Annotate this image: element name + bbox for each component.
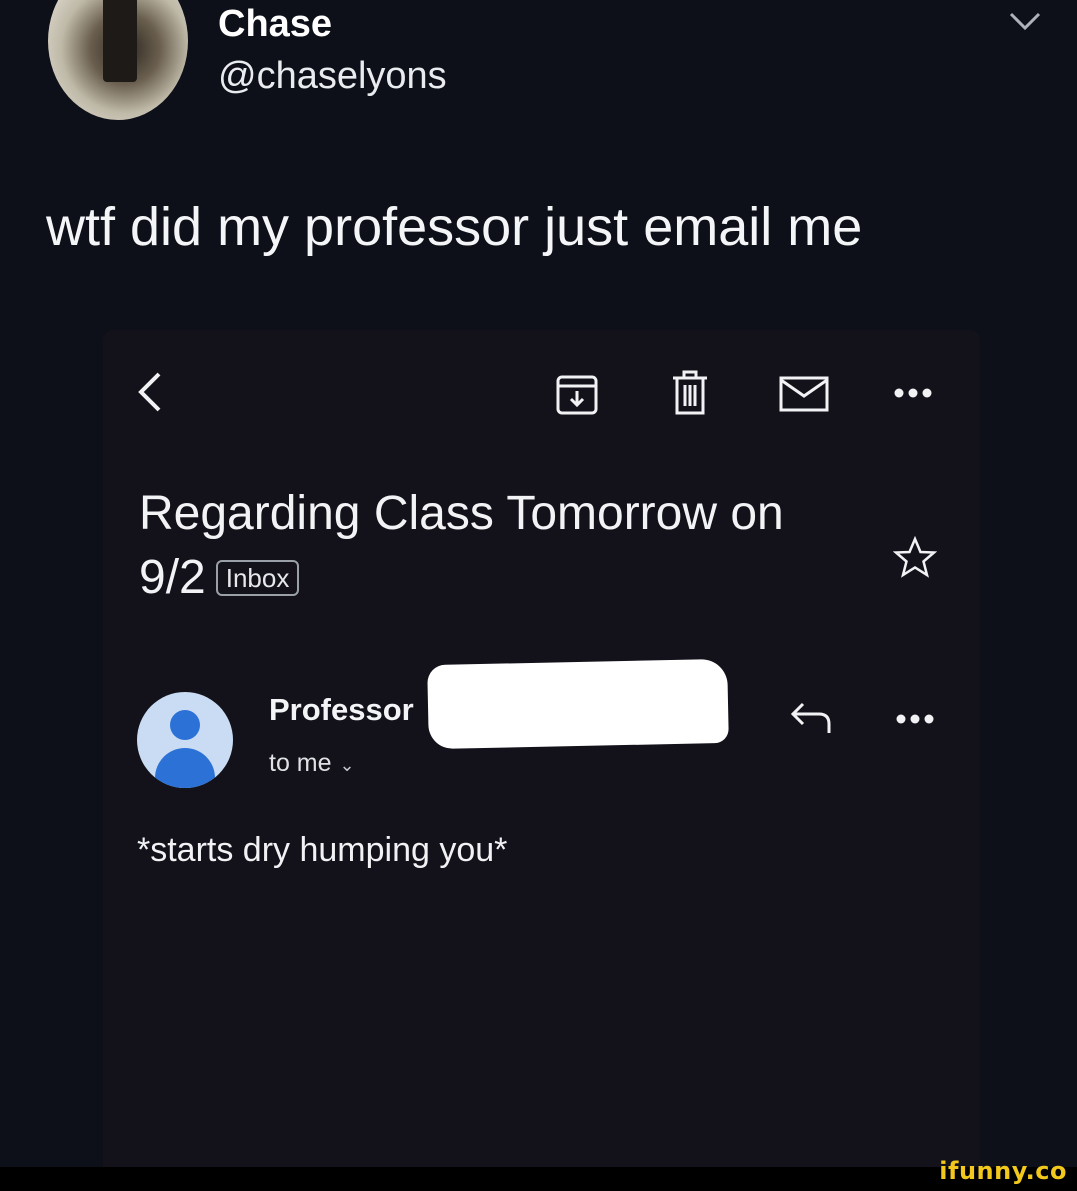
bottom-bar xyxy=(0,1167,1077,1191)
author-name[interactable]: Chase xyxy=(218,4,332,44)
sender-name[interactable]: Professor xyxy=(269,692,414,728)
redaction-mark xyxy=(427,658,729,750)
mail-icon[interactable] xyxy=(779,376,829,412)
more-options-icon[interactable] xyxy=(893,386,933,400)
star-icon[interactable] xyxy=(893,536,937,580)
tweet-text: wtf did my professor just email me xyxy=(46,197,863,257)
chevron-down-icon[interactable] xyxy=(1005,6,1045,36)
email-screenshot: Regarding Class Tomorrow on 9/2 Inbox Pro… xyxy=(103,330,980,1191)
author-handle[interactable]: @chaselyons xyxy=(218,56,447,96)
recipient-details-toggle[interactable]: to me ⌄ xyxy=(269,748,355,780)
archive-icon[interactable] xyxy=(555,374,599,416)
back-icon[interactable] xyxy=(133,368,167,416)
trash-icon[interactable] xyxy=(669,370,711,416)
author-avatar[interactable] xyxy=(48,0,188,120)
reply-icon[interactable] xyxy=(789,700,835,736)
ifunny-watermark: ifunny.co xyxy=(939,1157,1067,1185)
chevron-down-icon: ⌄ xyxy=(339,755,355,775)
email-subject: Regarding Class Tomorrow on 9/2 Inbox xyxy=(139,482,859,610)
tweet: Chase @chaselyons wtf did my professor j… xyxy=(0,0,1077,330)
message-more-options-icon[interactable] xyxy=(895,712,935,726)
inbox-label-badge[interactable]: Inbox xyxy=(215,560,300,596)
sender-avatar[interactable] xyxy=(137,692,233,788)
recipient-text: to me xyxy=(269,749,332,777)
email-body: *starts dry humping you* xyxy=(137,831,508,869)
